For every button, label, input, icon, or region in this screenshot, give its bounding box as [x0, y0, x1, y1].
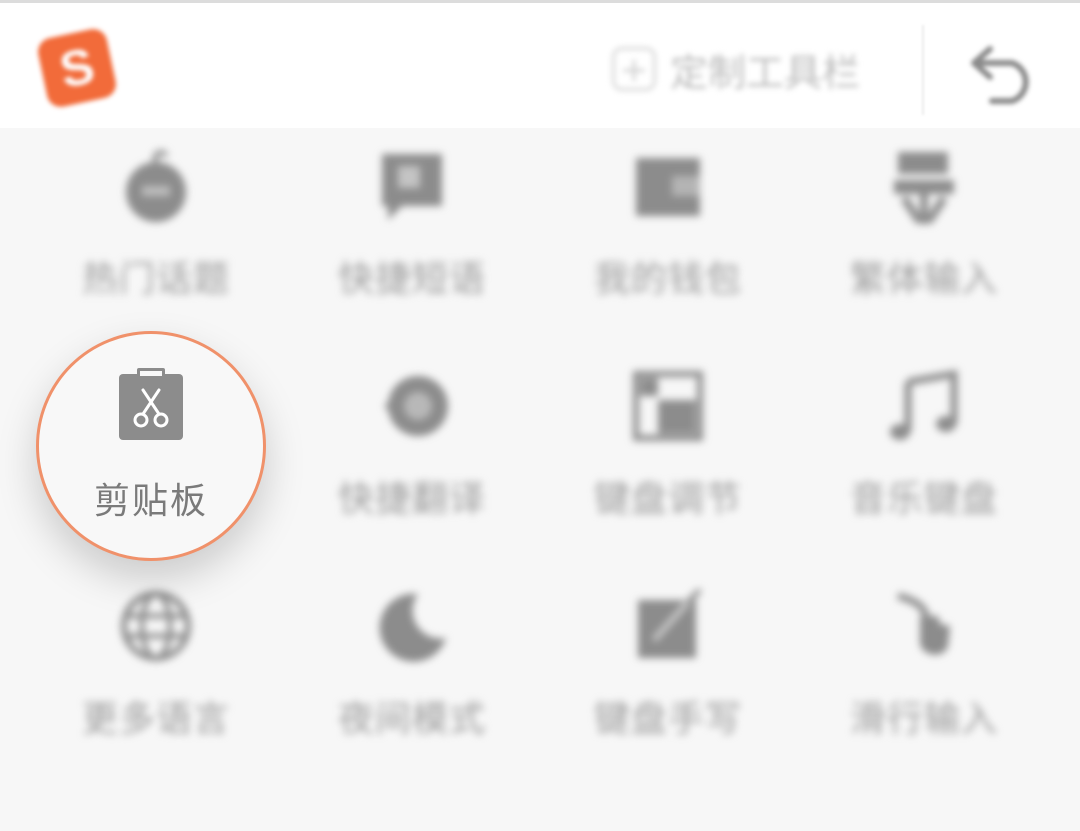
grid-item-label: 滑行输入	[849, 699, 998, 740]
hot-topic-icon	[126, 150, 186, 222]
grid-item-wallet[interactable]: 我的钱包	[548, 128, 788, 328]
logo-letter: S	[54, 37, 100, 99]
grid-item-quick-phrase[interactable]: 快捷短语	[292, 128, 532, 328]
toolbar-header: S + 定制工具栏	[0, 3, 1080, 128]
grid-item-label: 热门话题	[81, 259, 230, 300]
spotlight-clipboard[interactable]: 剪贴板	[36, 331, 266, 561]
plus-square-icon: +	[612, 47, 656, 91]
quick-phrase-icon	[382, 154, 442, 220]
grid-item-handwriting[interactable]: 键盘手写	[548, 568, 788, 768]
translate-icon	[384, 376, 448, 436]
custom-toolbar-button[interactable]: + 定制工具栏	[612, 41, 860, 97]
spotlight-label: 剪贴板	[93, 481, 208, 522]
moon-icon	[379, 593, 446, 662]
keyboard-adjust-icon	[633, 371, 703, 441]
grid-item-label: 夜间模式	[337, 699, 486, 740]
grid-item-label: 更多语言	[81, 699, 230, 740]
grid-item-label: 快捷翻译	[337, 479, 486, 520]
grid-item-keyboard-adjust[interactable]: 键盘调节	[548, 348, 788, 548]
grid-item-label: 快捷短语	[337, 259, 486, 300]
grid-item-label: 键盘手写	[593, 699, 742, 740]
grid-item-music-keyboard[interactable]: 音乐键盘	[804, 348, 1044, 548]
grid-item-traditional[interactable]: 繁体输入	[804, 128, 1044, 328]
custom-toolbar-label: 定制工具栏	[670, 50, 861, 95]
traditional-chinese-icon	[894, 152, 954, 225]
grid-item-label: 繁体输入	[849, 259, 998, 300]
undo-icon[interactable]	[966, 39, 1042, 105]
grid-item-label: 我的钱包	[593, 259, 742, 300]
grid-item-night-mode[interactable]: 夜间模式	[292, 568, 532, 768]
handwriting-icon	[638, 588, 702, 658]
grid-item-label: 音乐键盘	[849, 479, 998, 520]
grid-item-translate[interactable]: 快捷翻译	[292, 348, 532, 548]
swipe-input-icon	[897, 592, 950, 655]
header-divider	[922, 25, 924, 115]
grid-item-swipe-input[interactable]: 滑行输入	[804, 568, 1044, 768]
grid-item-more-languages[interactable]: 更多语言	[36, 568, 276, 768]
music-note-icon	[890, 369, 958, 440]
globe-icon	[121, 591, 191, 661]
grid-item-hot-topic[interactable]: 热门话题	[36, 128, 276, 328]
wallet-icon	[636, 158, 700, 216]
clipboard-scissors-icon	[119, 368, 183, 440]
sogou-logo[interactable]: S	[35, 26, 119, 110]
grid-item-label: 键盘调节	[593, 479, 742, 520]
